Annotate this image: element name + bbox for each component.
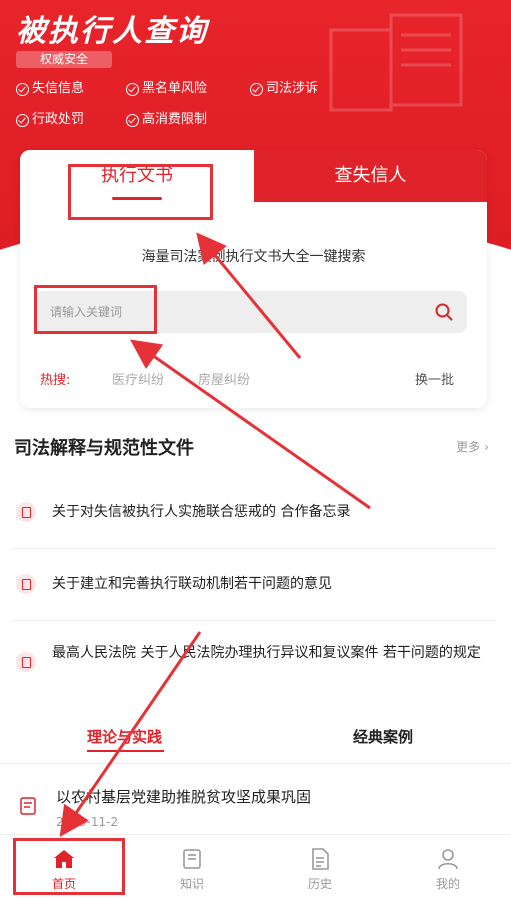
document-icon: [16, 502, 36, 522]
page-title: 被执行人查询: [16, 14, 208, 49]
background-decoration: [329, 13, 463, 112]
search-slogan: 海量司法案例执行文书大全一键搜索: [141, 249, 366, 265]
article-title[interactable]: 以农村基层党建助推脱贫攻坚成果巩固: [56, 786, 311, 807]
chevron-right-icon: ›: [484, 440, 489, 454]
check-circle-icon: [250, 82, 263, 96]
tab-theory-practice[interactable]: 理论与实践: [87, 726, 162, 747]
user-icon: [438, 849, 458, 870]
divider: [0, 763, 511, 764]
more-link[interactable]: 更多 ›: [456, 438, 489, 455]
article-icon: [20, 797, 36, 815]
feature-item: 高消费限制: [126, 111, 207, 129]
hot-tag[interactable]: 医疗纠纷: [112, 369, 164, 388]
list-item[interactable]: 关于建立和完善执行联动机制若干问题的意见: [12, 548, 496, 621]
highlight-box: [34, 285, 157, 334]
article-date: 2019-11-2: [56, 815, 119, 829]
check-circle-icon: [16, 113, 29, 127]
check-circle-icon: [126, 82, 139, 96]
list-item[interactable]: 关于对失信被执行人实施联合惩戒的 合作备忘录: [12, 488, 496, 549]
section-title: 司法解释与规范性文件: [14, 438, 194, 459]
nav-item-history[interactable]: 历史: [256, 835, 384, 898]
list-item[interactable]: 最高人民法院 关于人民法院办理执行异议和复议案件 若干问题的规定: [12, 620, 496, 704]
check-circle-icon: [16, 82, 29, 96]
nav-item-knowledge[interactable]: 知识: [128, 835, 256, 898]
book-icon: [183, 849, 201, 869]
search-icon[interactable]: [435, 303, 453, 321]
security-badge: 权威安全: [16, 51, 112, 68]
active-tab-indicator: [87, 750, 164, 752]
nav-item-mine[interactable]: 我的: [384, 835, 511, 898]
highlight-box: [68, 164, 213, 220]
hot-search-label: 热搜:: [40, 373, 71, 388]
feature-item: 失信信息: [16, 80, 84, 98]
feature-item: 黑名单风险: [126, 80, 207, 98]
tab-dishonest-persons[interactable]: 查失信人: [254, 150, 487, 202]
feature-item: 司法涉诉: [250, 80, 318, 98]
check-circle-icon: [126, 113, 139, 127]
hot-tag[interactable]: 房屋纠纷: [198, 369, 250, 388]
document-icon: [312, 848, 329, 870]
document-icon: [16, 652, 36, 672]
refresh-button[interactable]: 换一批: [415, 369, 454, 388]
document-icon: [16, 574, 36, 594]
feature-item: 行政处罚: [16, 111, 84, 129]
highlight-box: [13, 838, 125, 895]
tab-classic-cases[interactable]: 经典案例: [353, 726, 413, 747]
